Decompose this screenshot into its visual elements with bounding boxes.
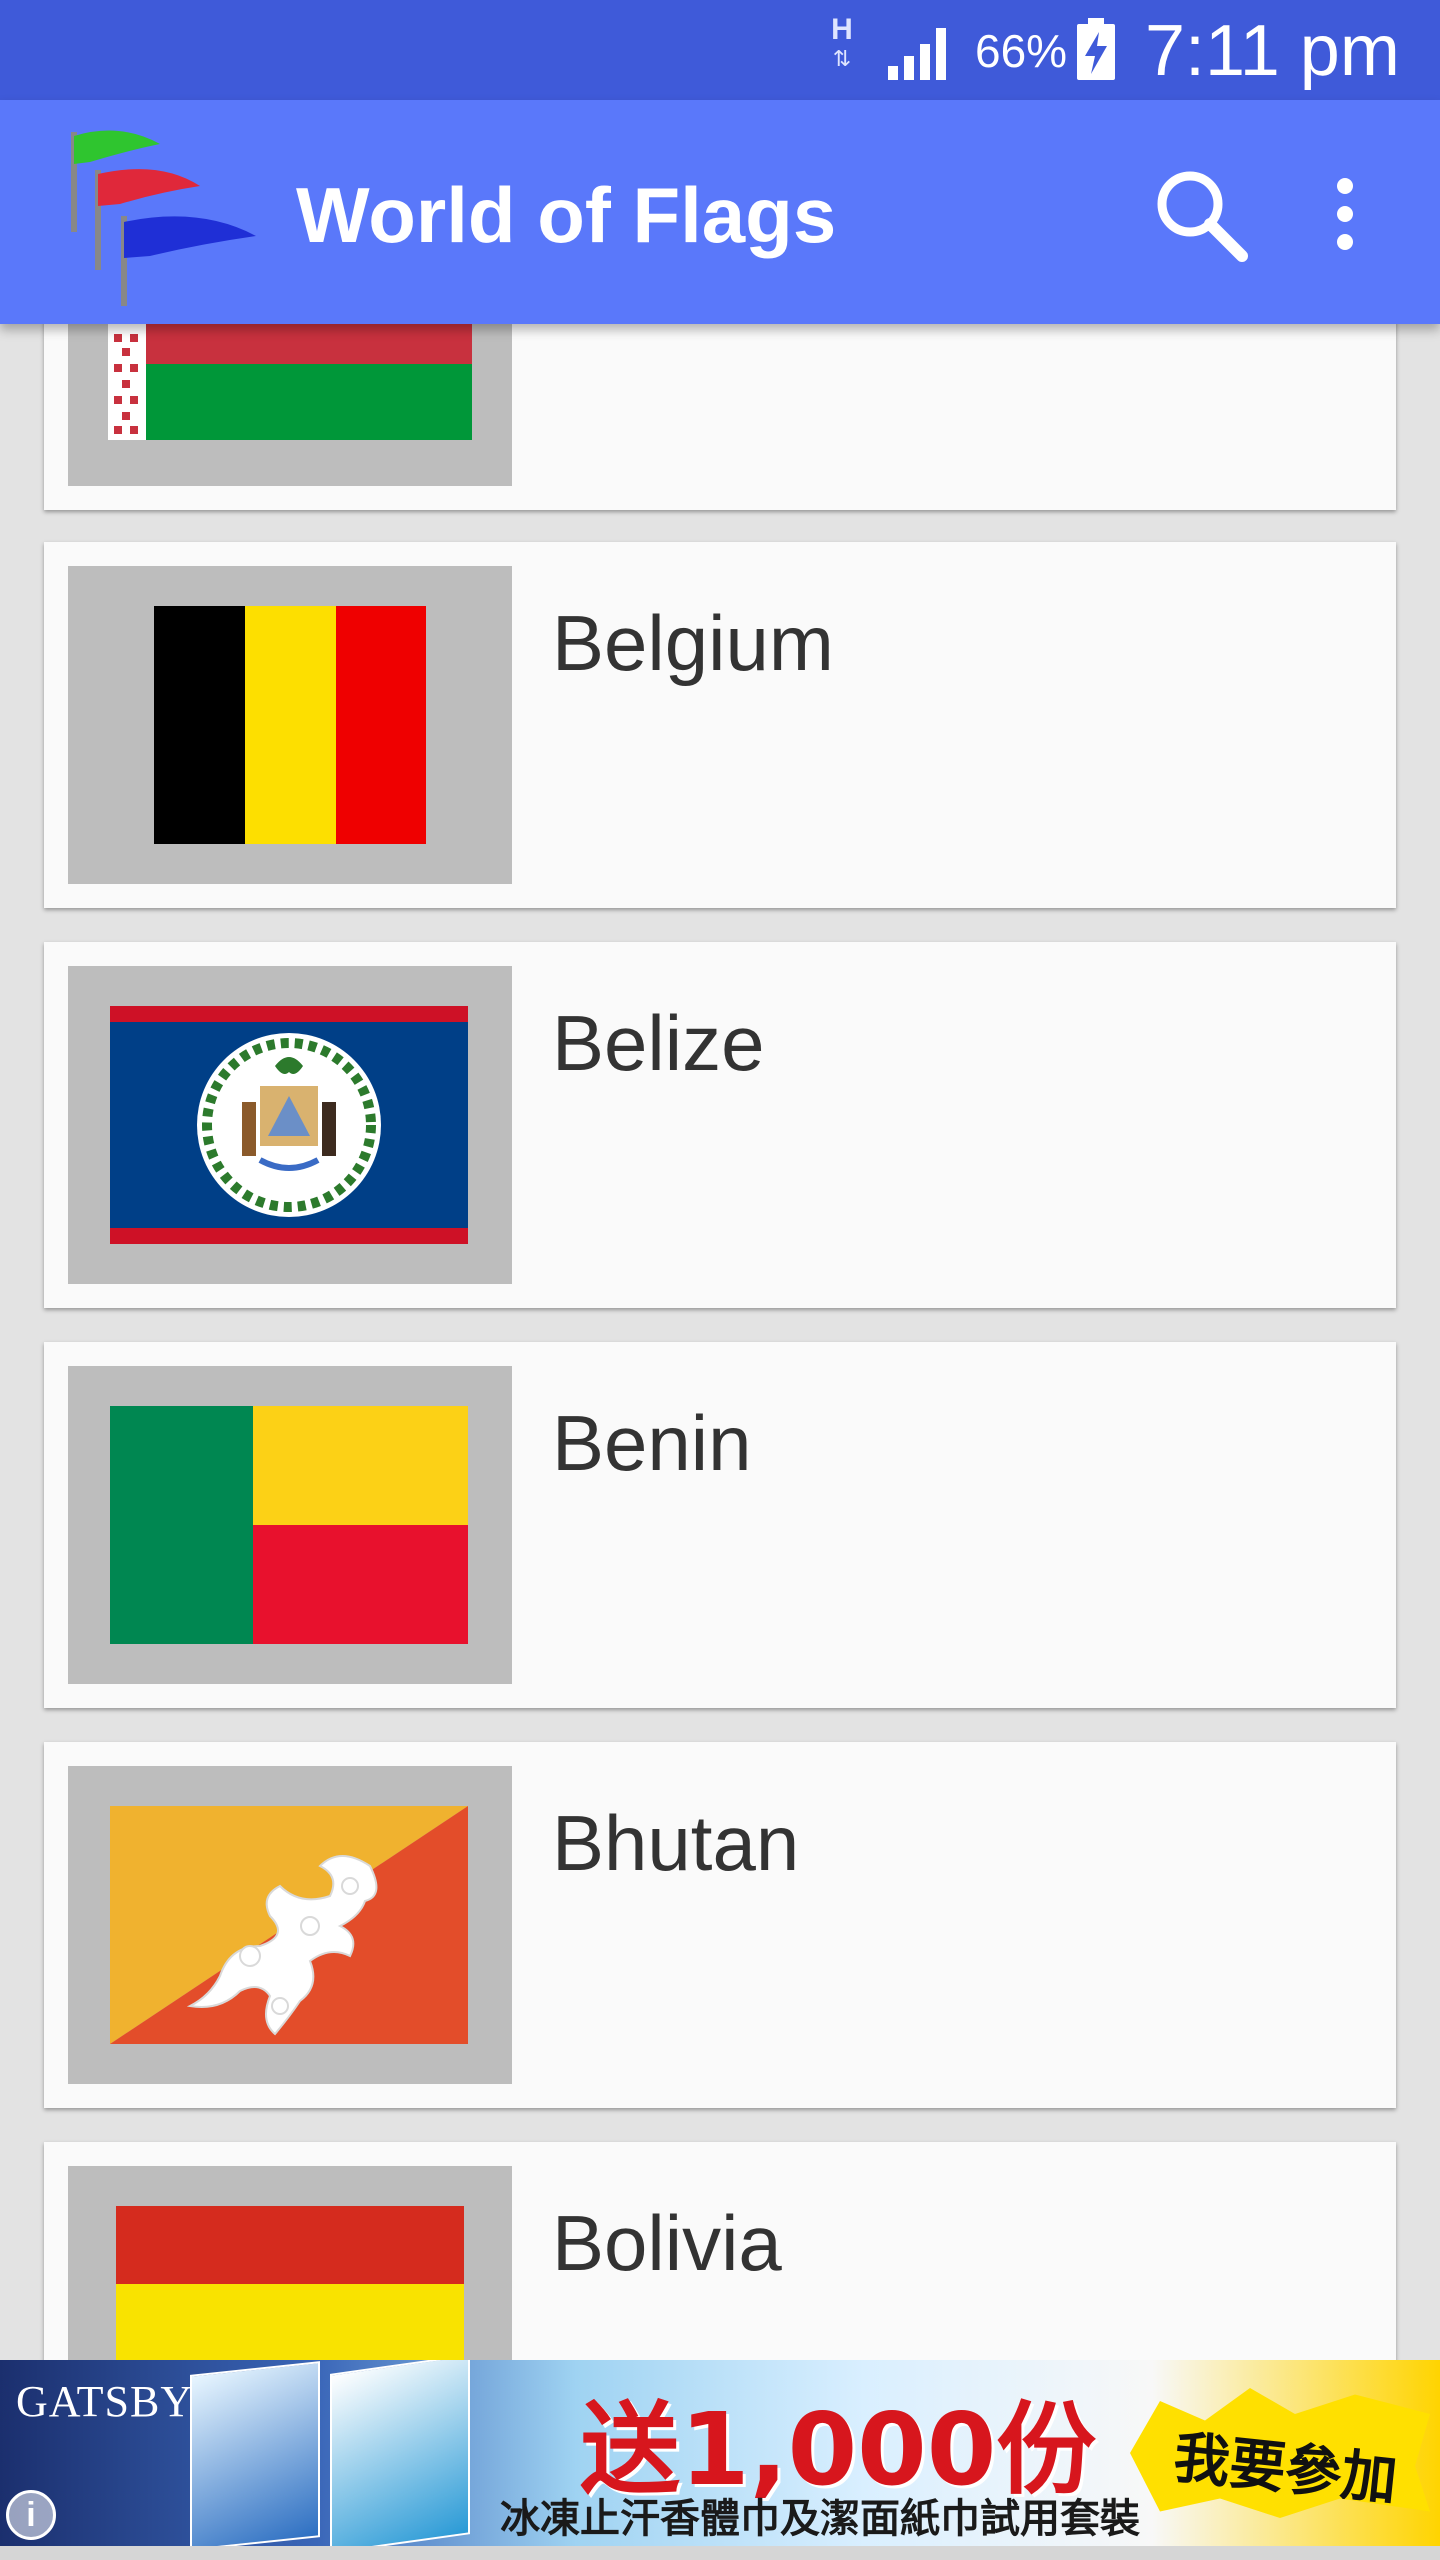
- flag-thumbnail: [68, 566, 512, 884]
- ad-brand: GATSBY: [16, 2377, 194, 2426]
- country-name: Belgium: [552, 599, 834, 687]
- list-item-bhutan[interactable]: Bhutan: [44, 1742, 1396, 2108]
- flag-thumbnail: [68, 1366, 512, 1684]
- bhutan-flag: [110, 1806, 468, 2044]
- ad-cta-button[interactable]: 我要參加: [1130, 2388, 1430, 2518]
- list-item-belgium[interactable]: Belgium: [44, 542, 1396, 908]
- ad-subline: 冰凍止汗香體巾及潔面紙巾試用套裝: [500, 2496, 1140, 2542]
- list-item-belize[interactable]: Belize: [44, 942, 1396, 1308]
- benin-flag: [110, 1406, 468, 1644]
- signal-icon: [888, 28, 946, 80]
- ad-cta-label: 我要參加: [1170, 2425, 1401, 2514]
- flags-logo-icon: [71, 130, 256, 306]
- country-name: Belize: [552, 999, 765, 1087]
- flag-thumbnail: [68, 1766, 512, 2084]
- overflow-menu-icon[interactable]: [1310, 164, 1380, 264]
- country-name: Benin: [552, 1399, 752, 1487]
- list-item-belarus[interactable]: [44, 324, 1396, 510]
- ad-product-image: [330, 2360, 470, 2546]
- flag-thumbnail: [68, 2166, 512, 2360]
- bolivia-flag: [116, 2206, 464, 2360]
- app-title: World of Flags: [296, 171, 837, 259]
- app-bar: World of Flags: [0, 100, 1440, 324]
- battery-charging-icon: [1077, 18, 1115, 80]
- country-name: Bhutan: [552, 1799, 800, 1887]
- list-item-bolivia[interactable]: Bolivia: [44, 2142, 1396, 2360]
- country-name: Bolivia: [552, 2199, 782, 2287]
- info-icon[interactable]: i: [6, 2490, 56, 2540]
- ad-banner[interactable]: GATSBY 送1,000份 冰凍止汗香體巾及潔面紙巾試用套裝 我要參加 i: [0, 2360, 1440, 2546]
- battery-percent: 66%: [975, 25, 1068, 77]
- list-item-benin[interactable]: Benin: [44, 1342, 1396, 1708]
- flag-thumbnail: [68, 324, 512, 486]
- flag-thumbnail: [68, 966, 512, 1284]
- search-icon[interactable]: [1150, 164, 1250, 264]
- ad-product-image: [190, 2361, 320, 2546]
- country-list[interactable]: Belgium Belize Benin Bhutan Bolivia: [0, 324, 1440, 2360]
- status-bar: H ⇅ 66% 7:11 pm: [0, 0, 1440, 100]
- belgium-flag: [154, 606, 426, 844]
- belize-flag: [110, 1006, 468, 1244]
- belarus-flag: [108, 324, 472, 440]
- network-h-icon: H ⇅: [831, 13, 853, 72]
- bottom-strip: [0, 2546, 1440, 2560]
- clock: 7:11 pm: [1145, 11, 1400, 91]
